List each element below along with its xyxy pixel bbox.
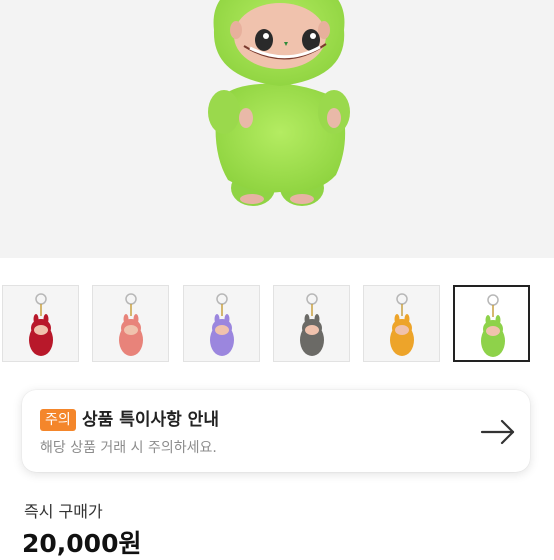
arrow-right-icon[interactable]	[480, 414, 516, 450]
thumbnail-pink-variant[interactable]	[92, 285, 169, 362]
thumbnail-orange-variant[interactable]	[363, 285, 440, 362]
notice-description: 해당 상품 거래 시 주의하세요.	[40, 440, 217, 456]
caution-badge: 주의	[40, 409, 76, 431]
green-plush-doll-image	[208, 0, 350, 206]
thumbnail-purple-variant[interactable]	[183, 285, 260, 362]
thumbnail-gray-variant[interactable]	[273, 285, 350, 362]
thumbnail-green-variant[interactable]	[453, 285, 530, 362]
notice-title: 상품 특이사항 안내	[82, 410, 219, 430]
product-main-image[interactable]	[0, 0, 554, 258]
thumbnail-strip	[2, 285, 552, 365]
thumbnail-red-variant[interactable]	[2, 285, 79, 362]
instant-buy-price-label: 즉시 구매가	[24, 502, 103, 521]
instant-buy-price: 20,000원	[22, 529, 142, 558]
product-notice-card[interactable]: 주의 상품 특이사항 안내 해당 상품 거래 시 주의하세요.	[22, 390, 530, 472]
